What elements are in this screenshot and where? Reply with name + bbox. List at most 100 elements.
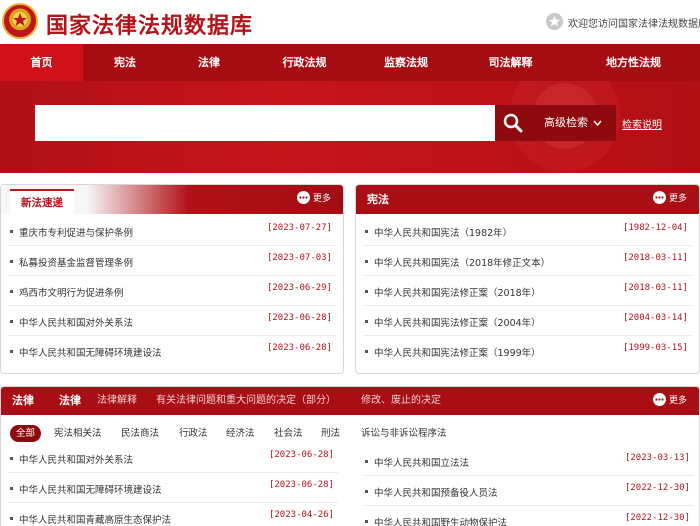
main-nav: 首页 宪法 法律 行政法规 监察法规 司法解释 地方性法规 <box>0 44 700 81</box>
nav-local-regulations[interactable]: 地方性法规 <box>567 44 700 81</box>
bullet <box>365 290 368 293</box>
nav-judicial-interpretations[interactable]: 司法解释 <box>454 44 567 81</box>
list-item[interactable]: 中华人民共和国宪法修正案（2018年） [2018-03-11] <box>363 276 692 306</box>
list-item[interactable]: 私募投资基金监督管理条例 [2023-07-03] <box>8 246 336 276</box>
bullet <box>10 320 13 323</box>
category-all[interactable]: 全部 <box>10 425 42 442</box>
more-dots-icon <box>296 191 310 204</box>
more-link[interactable]: 更多 <box>296 185 331 214</box>
category-litigation[interactable]: 诉讼与非诉讼程序法 <box>361 425 447 442</box>
list-item[interactable]: 鸡西市文明行为促进条例 [2023-06-29] <box>8 276 336 306</box>
new-laws-panel: 新法速递 更多 重庆市专利促进与保护条例 [2023-07-27] 私募投资基金监… <box>0 184 344 374</box>
law-title[interactable]: 中华人民共和国宪法修正案（1999年） <box>374 345 541 359</box>
tab-amend-repeal-decisions[interactable]: 修改、废止的决定 <box>361 387 441 415</box>
law-title[interactable]: 重庆市专利促进与保护条例 <box>19 225 133 239</box>
law-list-right: 中华人民共和国立法法 [2023-03-13] 中华人民共和国预备役人员法 [202… <box>356 443 699 526</box>
list-item[interactable]: 中华人民共和国对外关系法 [2023-06-28] <box>8 306 336 336</box>
list-item[interactable]: 中华人民共和国宪法修正案（2004年） [2004-03-14] <box>363 306 692 336</box>
panel-header: 法律 法律 法律解释 有关法律问题和重大问题的决定（部分） 修改、废止的决定 更… <box>1 387 699 415</box>
list-item[interactable]: 中华人民共和国野生动物保护法 [2022-12-30] <box>363 506 694 526</box>
bullet <box>365 520 368 523</box>
law-title[interactable]: 中华人民共和国宪法修正案（2004年） <box>374 315 541 329</box>
list-item[interactable]: 中华人民共和国无障碍环境建设法 [2023-06-28] <box>8 473 338 503</box>
law-title[interactable]: 中华人民共和国无障碍环境建设法 <box>19 482 162 496</box>
panel-header: 宪法 更多 <box>356 185 699 214</box>
category-administrative[interactable]: 行政法 <box>179 425 208 442</box>
star-icon <box>546 13 563 30</box>
bullet <box>10 457 13 460</box>
search-input[interactable] <box>35 105 495 141</box>
tab-law-interpretation[interactable]: 法律解释 <box>97 387 137 415</box>
law-title[interactable]: 中华人民共和国野生动物保护法 <box>374 515 507 526</box>
law-title[interactable]: 中华人民共和国对外关系法 <box>19 452 133 466</box>
law-date: [2018-03-11] <box>622 283 688 293</box>
law-title[interactable]: 中华人民共和国无障碍环境建设法 <box>19 345 162 359</box>
law-date: [2022-12-30] <box>624 513 690 523</box>
category-civil-commercial[interactable]: 民法商法 <box>121 425 159 442</box>
law-title[interactable]: 鸡西市文明行为促进条例 <box>19 285 124 299</box>
more-link[interactable]: 更多 <box>652 387 687 415</box>
site-title[interactable]: 国家法律法规数据库 <box>46 8 253 40</box>
tab-law-decisions[interactable]: 有关法律问题和重大问题的决定（部分） <box>156 387 336 415</box>
panel-title[interactable]: 宪法 <box>367 185 389 214</box>
bullet <box>10 517 13 520</box>
law-date: [2023-04-26] <box>268 510 334 520</box>
law-date: [2023-06-28] <box>266 313 332 323</box>
list-item[interactable]: 中华人民共和国无障碍环境建设法 [2023-06-28] <box>8 336 336 366</box>
law-title[interactable]: 中华人民共和国青藏高原生态保护法 <box>19 512 171 526</box>
nav-law[interactable]: 法律 <box>167 44 251 81</box>
panel-header: 新法速递 更多 <box>1 185 343 214</box>
more-label: 更多 <box>668 396 687 406</box>
law-date: [2023-06-28] <box>266 343 332 353</box>
bullet <box>10 290 13 293</box>
category-criminal[interactable]: 刑法 <box>321 425 340 442</box>
bullet <box>10 350 13 353</box>
law-date: [1982-12-04] <box>622 223 688 233</box>
bullet <box>365 490 368 493</box>
law-title[interactable]: 中华人民共和国宪法修正案（2018年） <box>374 285 541 299</box>
list-item[interactable]: 中华人民共和国预备役人员法 [2022-12-30] <box>363 476 694 506</box>
bullet <box>365 260 368 263</box>
search-button[interactable] <box>495 105 531 141</box>
list-item[interactable]: 中华人民共和国宪法修正案（1999年） [1999-03-15] <box>363 336 692 366</box>
tab-law[interactable]: 法律 <box>59 387 81 415</box>
category-social[interactable]: 社会法 <box>274 425 303 442</box>
bullet <box>10 230 13 233</box>
law-panel: 法律 法律 法律解释 有关法律问题和重大问题的决定（部分） 修改、废止的决定 更… <box>0 386 700 526</box>
list-item[interactable]: 中华人民共和国宪法（2018年修正文本） [2018-03-11] <box>363 246 692 276</box>
nav-supervisory-regulations[interactable]: 监察法规 <box>358 44 454 81</box>
advanced-search-dropdown[interactable]: 高级检索 <box>531 105 616 141</box>
law-date: [2023-03-13] <box>624 453 690 463</box>
nav-home[interactable]: 首页 <box>0 44 83 81</box>
bullet <box>10 487 13 490</box>
list-item[interactable]: 重庆市专利促进与保护条例 [2023-07-27] <box>8 216 336 246</box>
more-link[interactable]: 更多 <box>652 185 687 214</box>
law-title[interactable]: 中华人民共和国宪法（1982年） <box>374 225 512 239</box>
search-help-link[interactable]: 检索说明 <box>622 116 662 131</box>
category-constitution-related[interactable]: 宪法相关法 <box>54 425 102 442</box>
law-date: [2018-03-11] <box>622 253 688 263</box>
law-title[interactable]: 中华人民共和国对外关系法 <box>19 315 133 329</box>
law-title[interactable]: 中华人民共和国宪法（2018年修正文本） <box>374 255 550 269</box>
panel-title[interactable]: 法律 <box>12 387 34 415</box>
advanced-search-label: 高级检索 <box>544 116 588 129</box>
law-title[interactable]: 中华人民共和国立法法 <box>374 455 469 469</box>
search-icon <box>503 113 523 133</box>
category-economic[interactable]: 经济法 <box>226 425 255 442</box>
list-item[interactable]: 中华人民共和国对外关系法 [2023-06-28] <box>8 443 338 473</box>
law-date: [2022-12-30] <box>624 483 690 493</box>
law-date: [2023-06-28] <box>268 450 334 460</box>
law-title[interactable]: 中华人民共和国预备役人员法 <box>374 485 498 499</box>
law-title[interactable]: 私募投资基金监督管理条例 <box>19 255 133 269</box>
nav-administrative-regulations[interactable]: 行政法规 <box>251 44 358 81</box>
more-dots-icon <box>652 191 666 204</box>
law-date: [1999-03-15] <box>622 343 688 353</box>
bullet <box>365 320 368 323</box>
bullet <box>365 350 368 353</box>
nav-constitution[interactable]: 宪法 <box>83 44 167 81</box>
list-item[interactable]: 中华人民共和国青藏高原生态保护法 [2023-04-26] <box>8 503 338 526</box>
list-item[interactable]: 中华人民共和国立法法 [2023-03-13] <box>363 446 694 476</box>
more-label: 更多 <box>312 194 331 204</box>
tab-new-laws[interactable]: 新法速递 <box>10 189 74 214</box>
list-item[interactable]: 中华人民共和国宪法（1982年） [1982-12-04] <box>363 216 692 246</box>
